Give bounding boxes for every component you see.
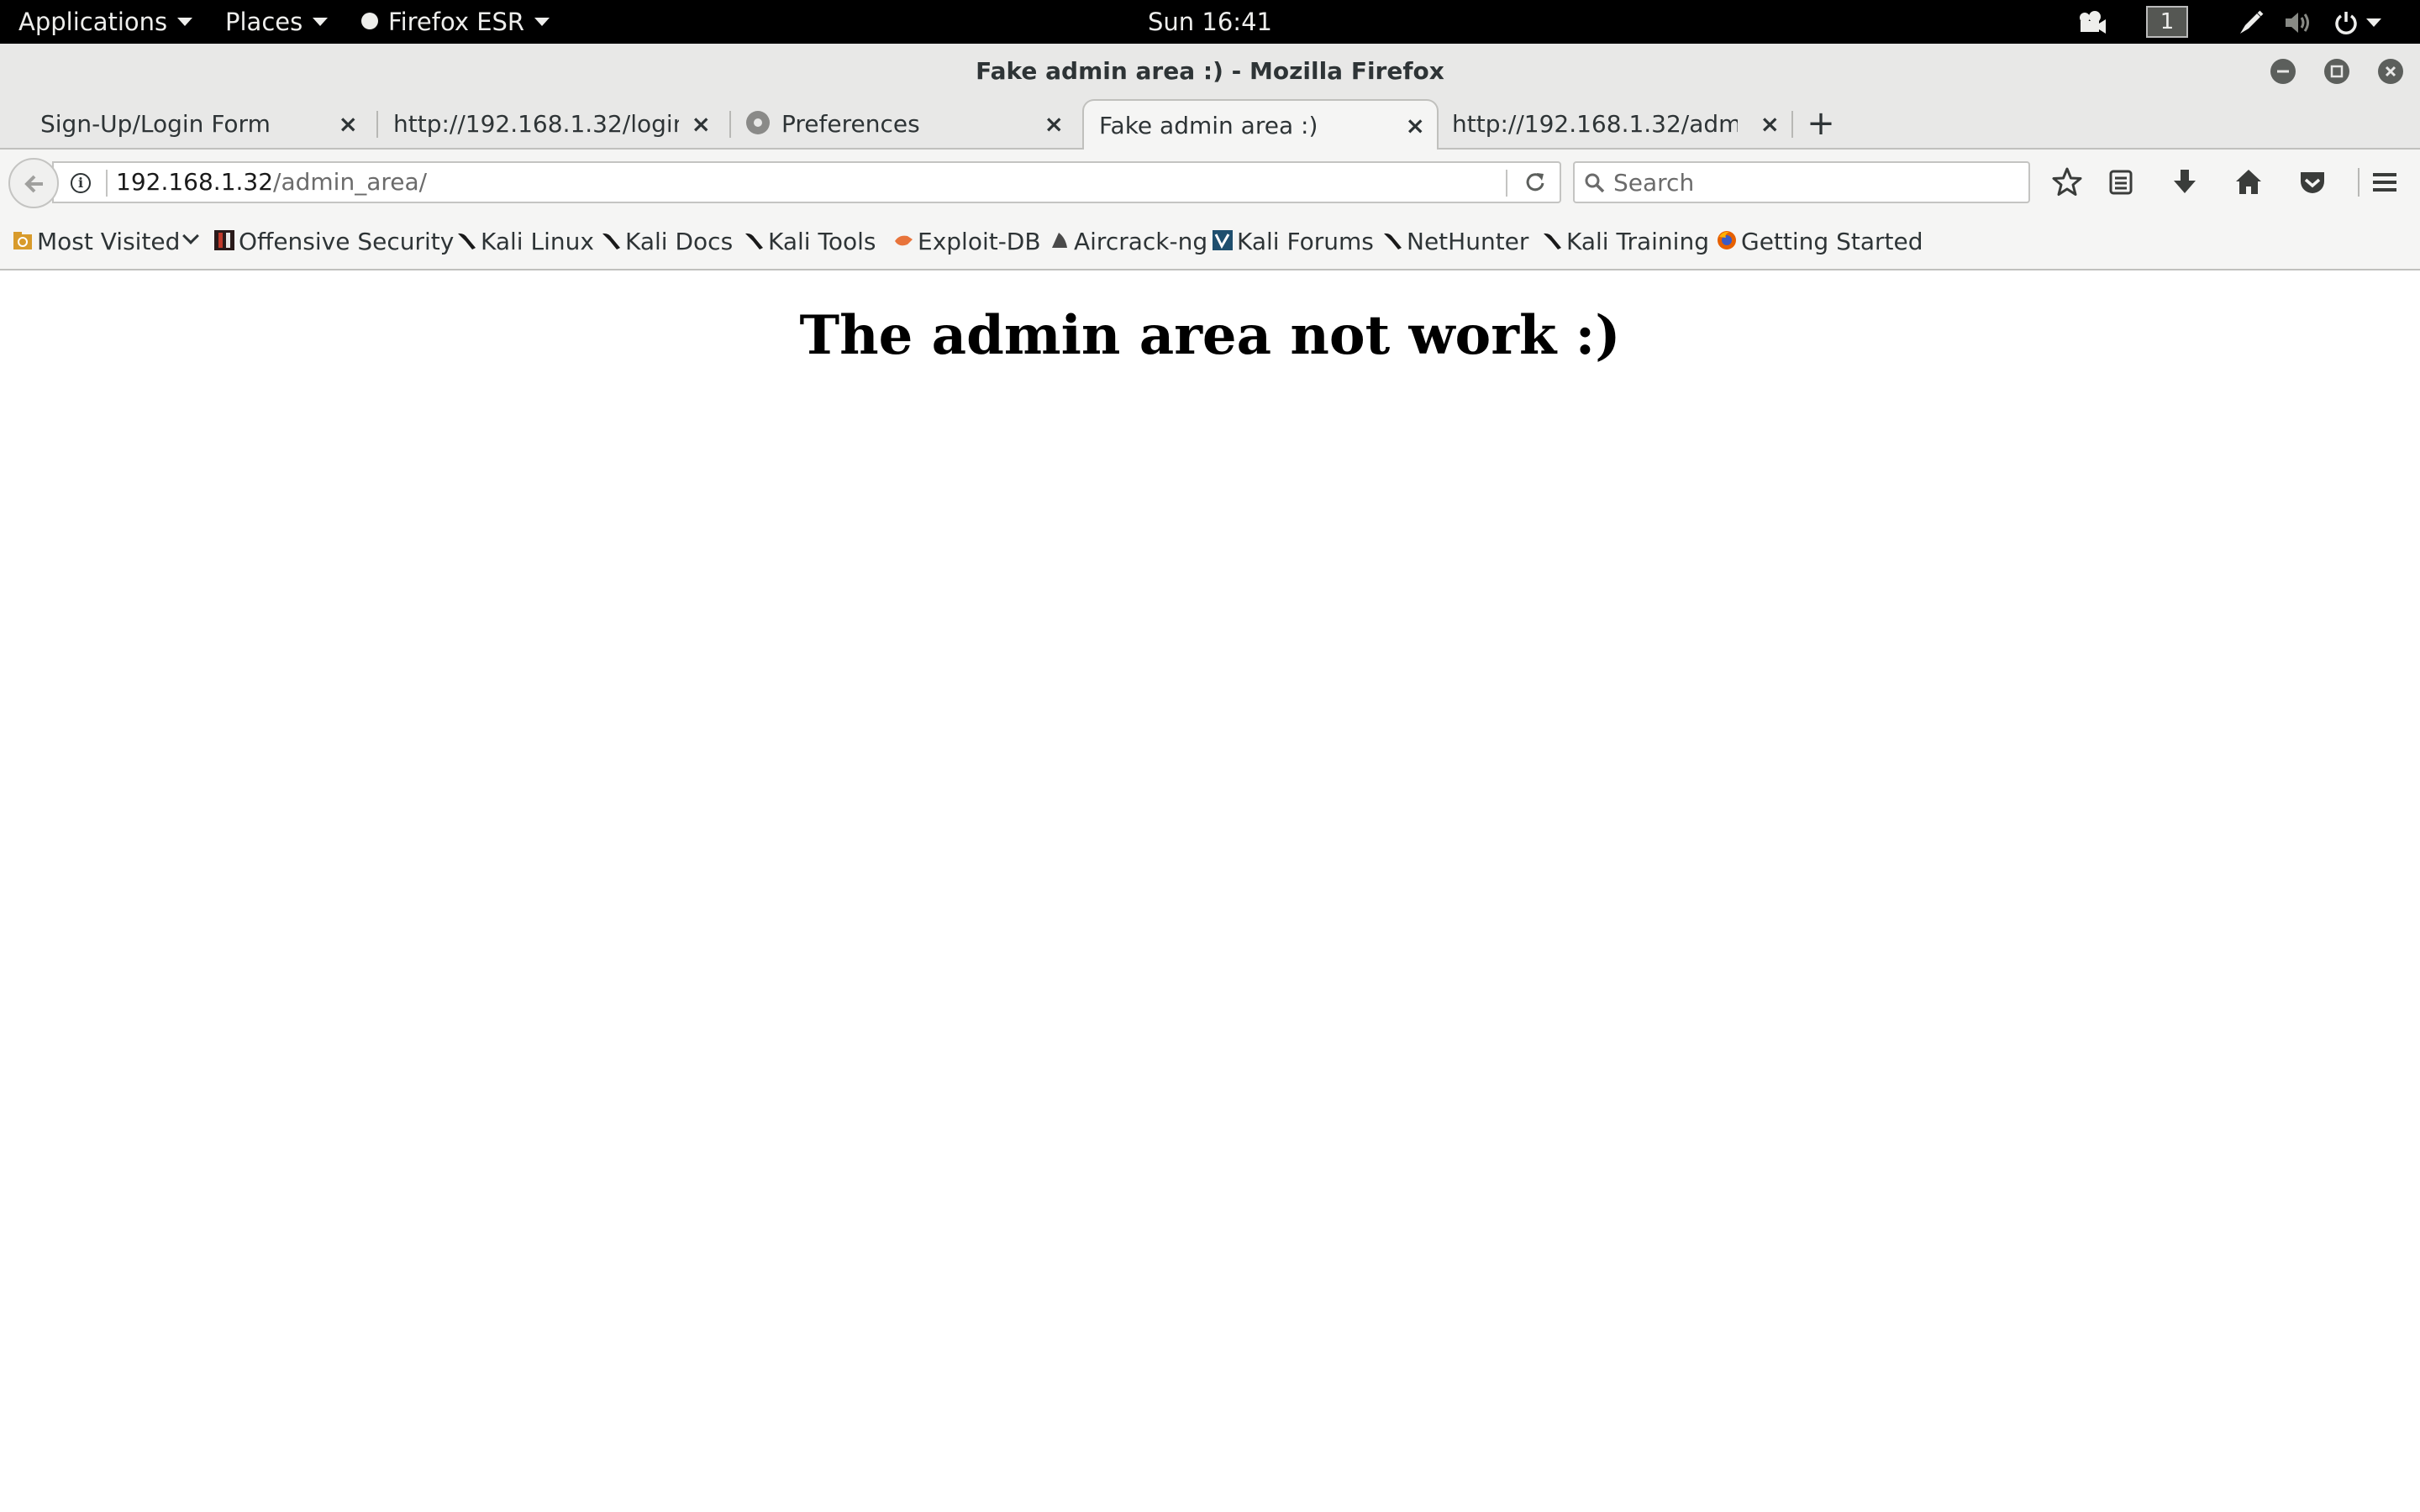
clock[interactable]: Sun 16:41 [0,0,2420,44]
tab-close-icon[interactable]: × [1406,101,1425,151]
gnome-top-bar: Applications Places Firefox ESR Sun 16:4… [0,0,2420,44]
bookmark-getting-started[interactable]: Getting Started [1716,215,1923,269]
tab-label: Preferences [781,110,920,138]
bookmarks-toolbar: Most Visited Offensive Security Kali Lin… [0,215,2420,270]
url-host: 192.168.1.32 [116,168,274,196]
kali-dragon-icon [1384,233,1402,249]
tab-close-icon[interactable]: × [1760,99,1780,150]
bookmark-label: Kali Training [1566,228,1709,255]
tab-close-icon[interactable]: × [692,99,711,150]
kali-dragon-icon [1544,233,1561,249]
kali-dragon-icon [745,233,763,249]
bookmark-most-visited[interactable]: Most Visited [12,215,200,269]
bookmarks-menu-icon[interactable] [2104,165,2138,199]
home-icon[interactable] [2232,165,2265,199]
system-menu-chevron-icon[interactable] [2366,18,2381,27]
gear-icon [746,111,770,134]
search-bar[interactable] [1573,161,2030,203]
tab-label: Fake admin area :) [1099,112,1318,139]
reload-icon[interactable] [1523,170,1548,195]
window-title: Fake admin area :) - Mozilla Firefox [976,57,1444,85]
url-text[interactable]: 192.168.1.32/admin_area/ [116,163,427,202]
window-title-bar[interactable]: Fake admin area :) - Mozilla Firefox [0,44,2420,99]
kali-forums-icon [1213,230,1233,250]
kali-dragon-icon [458,233,476,249]
maximize-icon [2330,65,2344,78]
bookmark-offensive-security[interactable]: Offensive Security [213,215,454,269]
chevron-down-icon [182,228,200,244]
tab-fake-admin-area[interactable]: Fake admin area :) × [1082,99,1439,151]
pocket-icon[interactable] [2296,165,2329,199]
video-camera-icon[interactable] [2077,10,2107,35]
url-separator [106,170,108,197]
toolbar-separator [2358,168,2360,197]
bookmark-kali-forums[interactable]: Kali Forums [1212,215,1374,269]
aircrack-icon [1052,233,1067,248]
bookmark-nethunter[interactable]: NetHunter [1381,215,1528,269]
back-arrow-icon [24,175,43,193]
tab-close-icon[interactable]: × [1044,99,1064,150]
page-heading: The admin area not work :) [799,304,1621,367]
bookmark-label: Exploit-DB [918,228,1041,255]
minimize-button[interactable] [2270,59,2296,84]
tab-strip: Sign-Up/Login Form × http://192.168.1.32… [0,99,2420,151]
bookmark-label: Getting Started [1741,228,1923,255]
most-visited-icon [13,232,32,249]
tab-admin-url[interactable]: http://192.168.1.32/admi... × [1440,99,1791,150]
tab-sign-up-login[interactable]: Sign-Up/Login Form × [24,99,370,150]
back-button[interactable] [8,158,59,208]
bookmark-kali-tools[interactable]: Kali Tools [743,215,876,269]
workspace-indicator[interactable]: 1 [2146,6,2188,38]
offsec-icon [214,230,234,250]
pen-icon[interactable] [2237,8,2265,37]
url-path: /admin_area/ [273,168,428,196]
search-input[interactable] [1613,163,2017,202]
bookmark-label: Kali Docs [625,228,734,255]
page-content: The admin area not work :) [0,270,2420,1512]
bookmark-kali-linux[interactable]: Kali Linux [455,215,594,269]
power-icon[interactable] [2333,9,2360,36]
volume-icon[interactable] [2284,10,2314,35]
maximize-button[interactable] [2324,59,2349,84]
new-tab-button[interactable]: + [1800,99,1842,150]
exploit-db-icon [895,235,913,246]
firefox-icon [1718,231,1736,249]
bookmark-kali-docs[interactable]: Kali Docs [600,215,733,269]
tab-label: http://192.168.1.32/admi... [1452,110,1738,138]
tab-login-url[interactable]: http://192.168.1.32/login... × [376,99,723,150]
bookmark-label: Aircrack-ng [1074,228,1208,255]
bookmark-label: Kali Linux [481,228,594,255]
url-bar[interactable]: i 192.168.1.32/admin_area/ [52,161,1561,203]
tab-label: Sign-Up/Login Form [40,110,271,138]
bookmark-label: Kali Tools [768,228,876,255]
close-window-button[interactable] [2378,59,2403,84]
bookmark-label: NetHunter [1407,228,1529,255]
bookmark-aircrack-ng[interactable]: Aircrack-ng [1049,215,1207,269]
bookmark-exploit-db[interactable]: Exploit-DB [892,215,1041,269]
info-icon[interactable]: i [71,173,91,193]
tab-preferences[interactable]: Preferences × [729,99,1076,150]
reload-separator [1506,170,1507,197]
hamburger-menu-icon[interactable] [2368,165,2402,199]
bookmark-label: Offensive Security [239,228,455,255]
minimize-icon [2277,70,2289,73]
tab-close-icon[interactable]: × [339,99,358,150]
bookmark-label: Most Visited [37,228,181,255]
tab-separator [1791,111,1793,138]
navigation-toolbar: i 192.168.1.32/admin_area/ [0,150,2420,215]
bookmark-kali-training[interactable]: Kali Training [1541,215,1709,269]
bookmark-label: Kali Forums [1237,228,1374,255]
tab-label: http://192.168.1.32/login... [393,110,679,138]
bookmark-star-icon[interactable] [2050,165,2084,199]
close-icon [2385,66,2396,77]
search-icon [1585,173,1605,193]
downloads-icon[interactable] [2168,165,2202,199]
kali-dragon-icon [602,233,620,249]
